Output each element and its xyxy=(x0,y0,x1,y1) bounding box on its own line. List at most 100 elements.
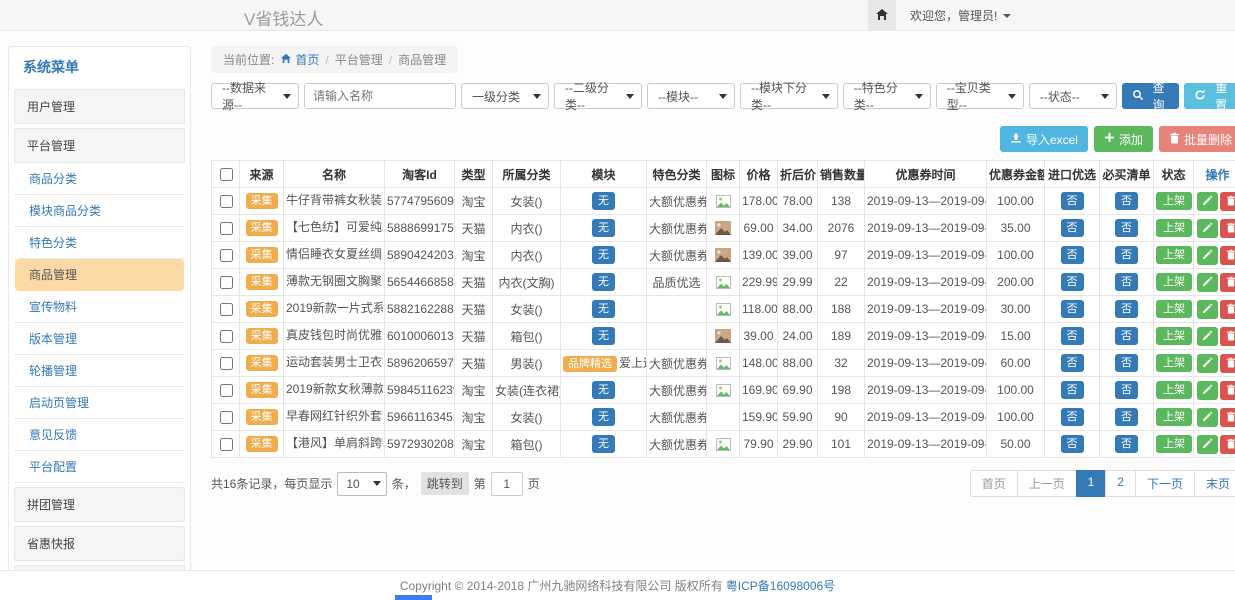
must-buy-toggle[interactable]: 否 xyxy=(1115,246,1138,264)
page-button-0[interactable]: 首页 xyxy=(970,470,1018,497)
delete-button[interactable] xyxy=(1220,219,1235,238)
sidebar-item-0[interactable]: 用户管理 xyxy=(14,89,185,124)
import-excel-button[interactable]: 导入excel xyxy=(1000,126,1088,152)
add-button[interactable]: 添加 xyxy=(1094,126,1153,152)
page-button-5[interactable]: 末页 xyxy=(1194,470,1235,497)
edit-button[interactable] xyxy=(1197,192,1218,211)
status-badge[interactable]: 上架 xyxy=(1156,246,1192,264)
sidebar-item-1[interactable]: 平台管理 xyxy=(14,128,185,163)
filter-select-0[interactable]: --数据来源-- xyxy=(211,83,299,109)
sidebar-item-10[interactable]: 意见反馈 xyxy=(15,419,184,451)
edit-button[interactable] xyxy=(1197,435,1218,454)
edit-button[interactable] xyxy=(1197,300,1218,319)
must-buy-toggle[interactable]: 否 xyxy=(1115,327,1138,345)
row-checkbox[interactable] xyxy=(220,384,233,397)
import-optimal-toggle[interactable]: 否 xyxy=(1061,381,1084,399)
status-badge[interactable]: 上架 xyxy=(1156,273,1192,291)
edit-button[interactable] xyxy=(1197,273,1218,292)
import-optimal-toggle[interactable]: 否 xyxy=(1061,354,1084,372)
sidebar-item-8[interactable]: 轮播管理 xyxy=(15,355,184,387)
row-checkbox[interactable] xyxy=(220,411,233,424)
row-checkbox[interactable] xyxy=(220,330,233,343)
must-buy-toggle[interactable]: 否 xyxy=(1115,435,1138,453)
delete-button[interactable] xyxy=(1220,408,1235,427)
import-optimal-toggle[interactable]: 否 xyxy=(1061,327,1084,345)
sidebar-item-2[interactable]: 商品分类 xyxy=(15,163,184,195)
delete-button[interactable] xyxy=(1220,354,1235,373)
filter-select-6[interactable]: --特色分类-- xyxy=(843,83,931,109)
delete-button[interactable] xyxy=(1220,246,1235,265)
sidebar-item-12[interactable]: 拼团管理 xyxy=(14,487,185,522)
select-all-checkbox[interactable] xyxy=(220,168,233,181)
filter-select-3[interactable]: --二级分类-- xyxy=(554,83,642,109)
must-buy-toggle[interactable]: 否 xyxy=(1115,381,1138,399)
sidebar-item-4[interactable]: 特色分类 xyxy=(15,227,184,259)
page-button-2[interactable]: 1 xyxy=(1076,470,1107,497)
delete-button[interactable] xyxy=(1220,435,1235,454)
sidebar-item-7[interactable]: 版本管理 xyxy=(15,323,184,355)
sidebar-item-5[interactable]: 商品管理 xyxy=(15,259,184,291)
status-badge[interactable]: 上架 xyxy=(1156,381,1192,399)
icp-link[interactable]: 粤ICP备16098006号 xyxy=(726,577,835,594)
status-badge[interactable]: 上架 xyxy=(1156,192,1192,210)
must-buy-toggle[interactable]: 否 xyxy=(1115,408,1138,426)
must-buy-toggle[interactable]: 否 xyxy=(1115,273,1138,291)
row-checkbox[interactable] xyxy=(220,249,233,262)
user-menu[interactable]: 欢迎您，管理员! xyxy=(910,7,1011,24)
jump-page-input[interactable] xyxy=(491,472,523,496)
page-button-3[interactable]: 2 xyxy=(1105,470,1136,497)
breadcrumb-home-link[interactable]: 首页 xyxy=(280,51,319,68)
delete-button[interactable] xyxy=(1220,300,1235,319)
per-page-select[interactable]: 10 xyxy=(337,472,386,496)
jump-button[interactable]: 跳转到 xyxy=(421,472,469,495)
row-checkbox[interactable] xyxy=(220,276,233,289)
filter-select-4[interactable]: --模块-- xyxy=(647,83,735,109)
import-optimal-toggle[interactable]: 否 xyxy=(1061,246,1084,264)
import-optimal-toggle[interactable]: 否 xyxy=(1061,192,1084,210)
delete-button[interactable] xyxy=(1220,273,1235,292)
delete-button[interactable] xyxy=(1220,327,1235,346)
row-checkbox[interactable] xyxy=(220,222,233,235)
must-buy-toggle[interactable]: 否 xyxy=(1115,354,1138,372)
sidebar-item-11[interactable]: 平台配置 xyxy=(15,451,184,483)
filter-select-2[interactable]: 一级分类 xyxy=(461,83,549,109)
filter-select-5[interactable]: --模块下分类-- xyxy=(740,83,838,109)
must-buy-toggle[interactable]: 否 xyxy=(1115,192,1138,210)
sidebar-item-9[interactable]: 启动页管理 xyxy=(15,387,184,419)
page-button-1[interactable]: 上一页 xyxy=(1017,470,1077,497)
row-checkbox[interactable] xyxy=(220,357,233,370)
sidebar-item-6[interactable]: 宣传物料 xyxy=(15,291,184,323)
edit-button[interactable] xyxy=(1197,381,1218,400)
horizontal-scrollbar-thumb[interactable] xyxy=(395,595,432,600)
delete-button[interactable] xyxy=(1220,381,1235,400)
filter-select-7[interactable]: --宝贝类型-- xyxy=(936,83,1024,109)
must-buy-toggle[interactable]: 否 xyxy=(1115,300,1138,318)
must-buy-toggle[interactable]: 否 xyxy=(1115,219,1138,237)
home-button[interactable] xyxy=(868,0,896,31)
reset-button[interactable]: 重置 xyxy=(1184,83,1235,109)
edit-button[interactable] xyxy=(1197,246,1218,265)
edit-button[interactable] xyxy=(1197,354,1218,373)
row-checkbox[interactable] xyxy=(220,195,233,208)
status-badge[interactable]: 上架 xyxy=(1156,354,1192,372)
page-button-4[interactable]: 下一页 xyxy=(1135,470,1195,497)
edit-button[interactable] xyxy=(1197,327,1218,346)
status-badge[interactable]: 上架 xyxy=(1156,300,1192,318)
import-optimal-toggle[interactable]: 否 xyxy=(1061,408,1084,426)
row-checkbox[interactable] xyxy=(220,438,233,451)
row-checkbox[interactable] xyxy=(220,303,233,316)
status-badge[interactable]: 上架 xyxy=(1156,435,1192,453)
import-optimal-toggle[interactable]: 否 xyxy=(1061,300,1084,318)
sidebar-item-13[interactable]: 省惠快报 xyxy=(14,526,185,561)
status-badge[interactable]: 上架 xyxy=(1156,327,1192,345)
import-optimal-toggle[interactable]: 否 xyxy=(1061,219,1084,237)
status-badge[interactable]: 上架 xyxy=(1156,219,1192,237)
status-badge[interactable]: 上架 xyxy=(1156,408,1192,426)
sidebar-item-3[interactable]: 模块商品分类 xyxy=(15,195,184,227)
edit-button[interactable] xyxy=(1197,408,1218,427)
edit-button[interactable] xyxy=(1197,219,1218,238)
filter-select-8[interactable]: --状态-- xyxy=(1029,83,1117,109)
import-optimal-toggle[interactable]: 否 xyxy=(1061,435,1084,453)
delete-button[interactable] xyxy=(1220,192,1235,211)
import-optimal-toggle[interactable]: 否 xyxy=(1061,273,1084,291)
